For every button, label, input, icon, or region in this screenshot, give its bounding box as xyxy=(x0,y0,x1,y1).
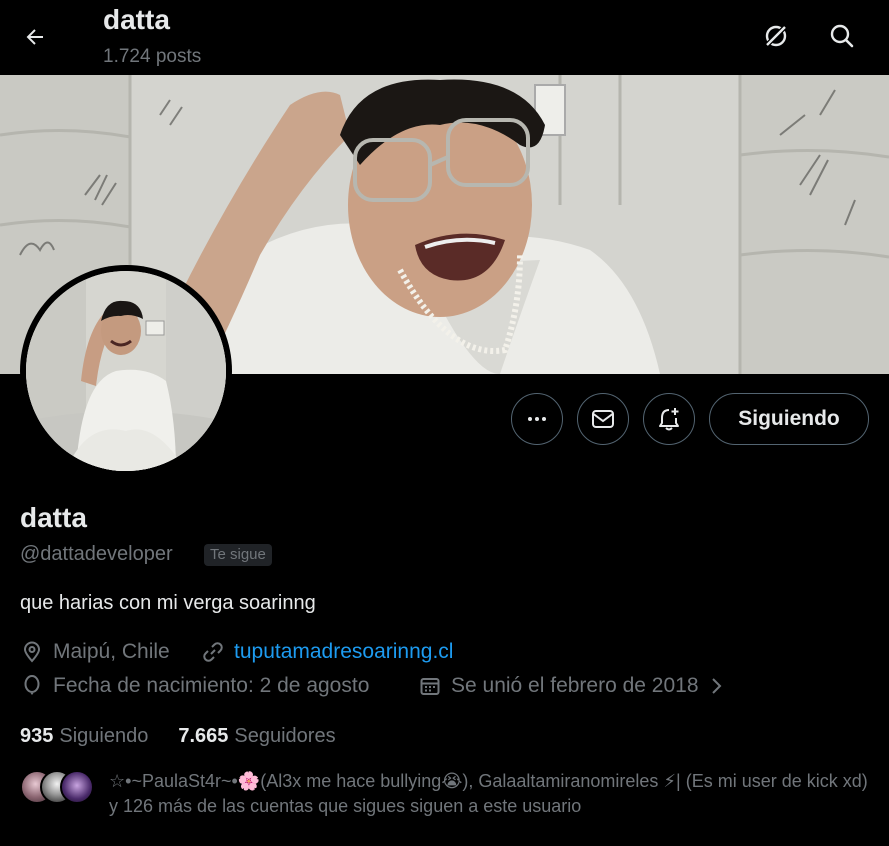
location-text: Maipú, Chile xyxy=(53,640,170,663)
followers-count: 7.665 xyxy=(178,725,229,747)
profile-location: Maipú, Chile xyxy=(20,640,170,664)
chevron-right-icon[interactable] xyxy=(705,675,727,697)
profile-birthday: Fecha de nacimiento: 2 de agosto xyxy=(20,674,369,698)
following-button[interactable]: Siguiendo xyxy=(709,393,869,445)
user-handle: @dattadeveloper xyxy=(20,543,173,565)
grok-button[interactable] xyxy=(755,15,797,57)
following-count: 935 xyxy=(20,725,54,747)
header-title: datta xyxy=(103,4,170,35)
follows-you-badge: Te sigue xyxy=(204,544,272,566)
message-button[interactable] xyxy=(577,393,629,445)
notifications-button[interactable] xyxy=(643,393,695,445)
back-button[interactable] xyxy=(16,18,54,56)
top-bar: datta 1.724 posts xyxy=(0,0,889,75)
search-button[interactable] xyxy=(821,15,863,57)
search-icon xyxy=(830,24,854,48)
profile-joined: Se unió el febrero de 2018 xyxy=(418,674,727,698)
arrow-left-icon xyxy=(26,29,43,45)
envelope-icon xyxy=(592,410,614,428)
followers-count-link[interactable]: 7.665 Seguidores xyxy=(178,725,335,748)
followers-you-know-avatars[interactable] xyxy=(20,770,94,806)
display-name: datta xyxy=(20,502,87,533)
link-icon xyxy=(203,642,223,662)
followers-you-know-text[interactable]: ☆•~PaulaSt4r~•🌸(Al3x me hace bullying😭),… xyxy=(109,769,879,819)
website-link[interactable]: tuputamadresoarinng.cl xyxy=(234,640,453,664)
profile-bio: que harias con mi verga soarinng xyxy=(20,592,316,614)
location-pin-icon xyxy=(23,641,41,663)
profile-avatar[interactable] xyxy=(20,265,232,477)
grok-icon xyxy=(764,24,788,48)
calendar-icon xyxy=(420,678,440,695)
more-options-button[interactable] xyxy=(511,393,563,445)
profile-website: tuputamadresoarinng.cl xyxy=(201,640,453,664)
joined-text: Se unió el febrero de 2018 xyxy=(451,674,699,697)
avatar-photo xyxy=(26,271,226,471)
following-label: Siguiendo xyxy=(59,725,149,747)
balloon-icon xyxy=(24,675,40,695)
birthday-text: Fecha de nacimiento: 2 de agosto xyxy=(53,674,370,697)
avatar xyxy=(60,770,94,804)
header-post-count: 1.724 posts xyxy=(103,46,202,67)
bell-plus-icon xyxy=(659,408,679,431)
follow-stats: 935 Siguiendo 7.665 Seguidores xyxy=(20,725,336,748)
followers-label: Seguidores xyxy=(234,725,336,747)
following-count-link[interactable]: 935 Siguiendo xyxy=(20,725,148,748)
more-icon xyxy=(528,417,546,421)
